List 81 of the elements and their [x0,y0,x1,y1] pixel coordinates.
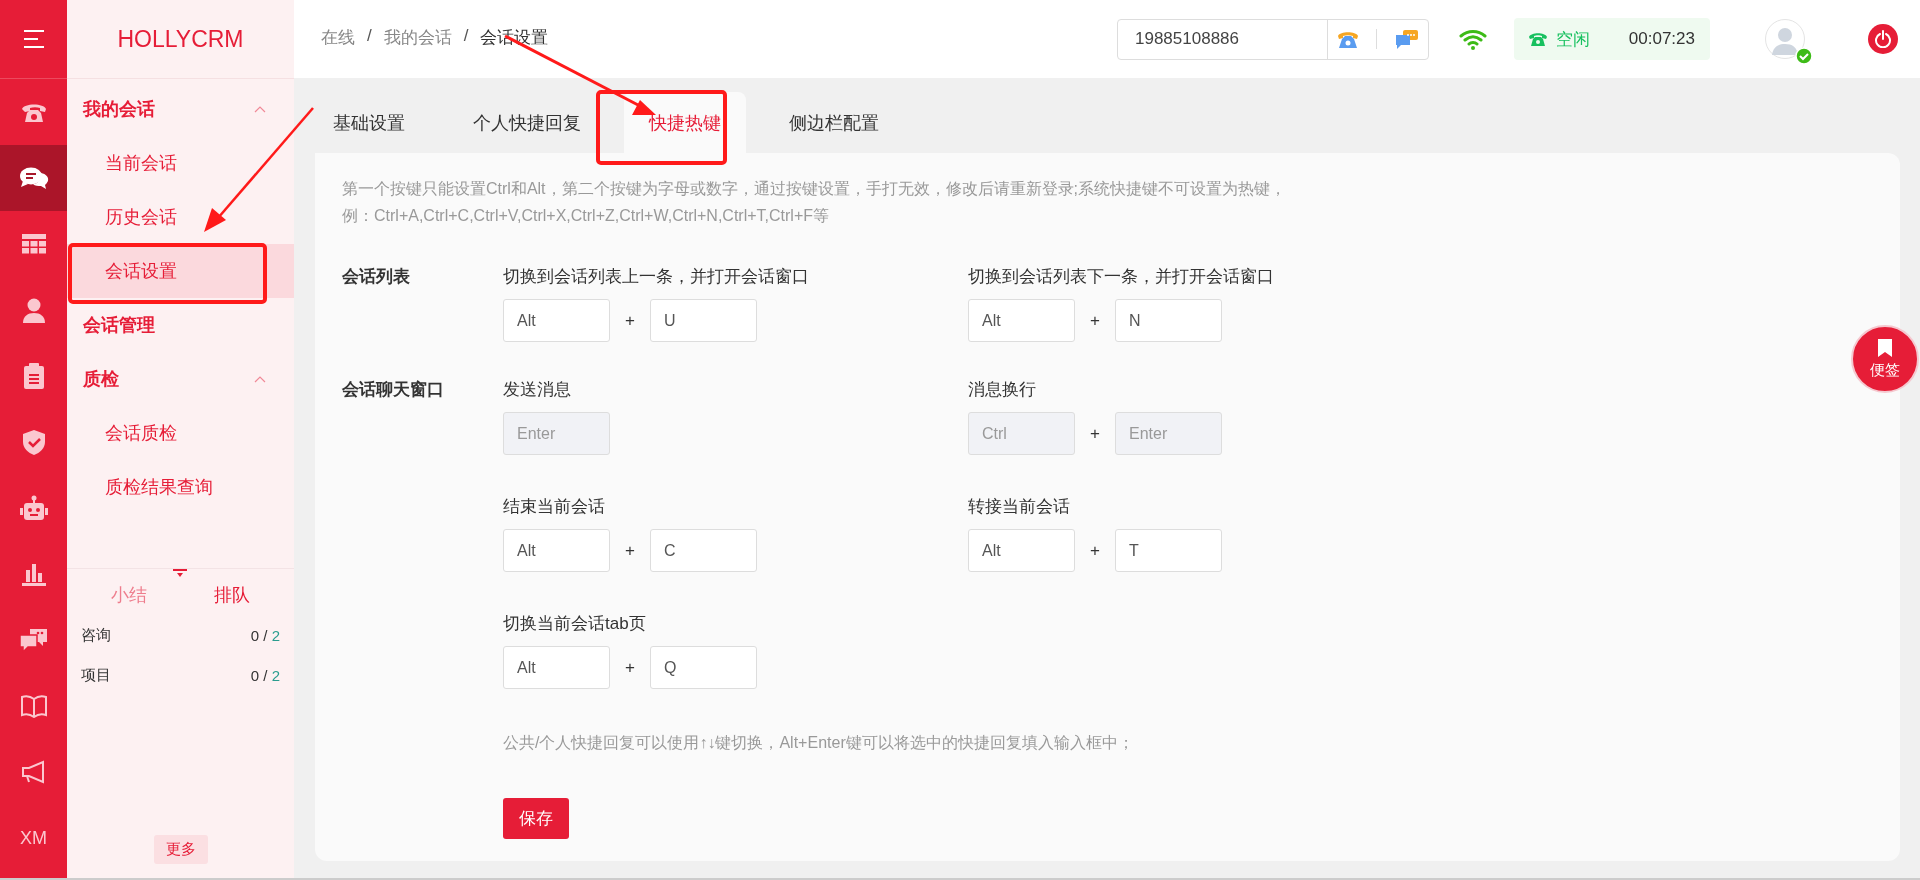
queue-label: 咨询 [81,625,111,645]
phone-field[interactable]: 19885108886 [1117,18,1429,60]
plus-sign: + [624,657,636,678]
wifi-icon [1459,28,1487,50]
save-button[interactable]: 保存 [503,798,569,839]
queue-tab[interactable]: 小结 [110,583,147,607]
key-field[interactable]: Alt [968,299,1075,342]
tab[interactable]: 个人快捷回复 [455,92,606,153]
chat-bubbles-icon [18,165,49,191]
shortcut-label: 切换到会话列表下一条，并打开会话窗口 [968,266,1275,288]
comments-icon [18,627,49,653]
bar-chart-icon [20,562,47,586]
shortcut-label: 切换到会话列表上一条，并打开会话窗口 [503,266,810,288]
queue-tab[interactable]: 排队 [214,583,251,607]
tab[interactable]: 快捷热键 [624,92,746,153]
bookmark-icon [1878,338,1892,357]
queue-total: 2 [271,666,280,684]
person-icon [21,297,46,323]
nav-rail-item[interactable] [0,145,67,211]
megaphone-icon [20,760,47,784]
shortcut-label: 消息换行 [968,379,1037,401]
power-button[interactable] [1868,24,1898,54]
breadcrumb-separator: / [367,26,372,47]
plus-sign: + [624,310,636,331]
key-field[interactable]: Alt [503,529,610,572]
chat-bubbles-icon[interactable] [1395,29,1420,49]
menu-item[interactable]: 当前会话 [67,136,294,190]
more-button[interactable]: 更多 [153,835,208,864]
shortcut-label: 切换当前会话tab页 [503,613,647,635]
key-field[interactable]: Alt [503,299,610,342]
hint-text: 第一个按键只能设置Ctrl和Alt，第二个按键为字母或数字，通过按键设置，手打无效，修改后请重新登录;系统快捷键不可设置为热键， [342,179,1287,199]
plus-sign: + [1089,423,1101,444]
status-timer: 00:07:23 [1628,29,1695,49]
plus-sign: + [624,540,636,561]
queue-total: 2 [271,626,280,644]
menu-icon [21,29,46,49]
section-label: 会话聊天窗口 [342,379,445,401]
menu-group[interactable]: 我的会话 [67,82,294,136]
open-book-icon [19,694,48,718]
queue-count: 0 / [250,666,268,684]
queue-count: 0 / [250,626,268,644]
caret-icon [254,375,266,383]
shortcut-label: 结束当前会话 [503,496,606,518]
key-field[interactable]: C [650,529,757,572]
clipboard-icon [22,363,45,389]
section-label: 会话列表 [342,266,411,288]
key-field[interactable]: N [1115,299,1222,342]
status-label: 空闲 [1556,28,1591,51]
tab[interactable]: 侧边栏配置 [771,92,904,153]
breadcrumb-separator: / [463,26,469,47]
key-field[interactable]: U [650,299,757,342]
shield-check-icon [21,429,46,455]
plus-sign: + [1089,540,1101,561]
menu-item[interactable]: 历史会话 [67,190,294,244]
filter-icon [173,569,187,578]
shortcut-label: 发送消息 [503,379,572,401]
key-field[interactable]: Alt [968,529,1075,572]
key-field[interactable]: Q [650,646,757,689]
tab[interactable]: 基础设置 [315,92,430,153]
plus-sign: + [1089,310,1101,331]
menu-group[interactable]: 会话管理 [67,298,294,352]
menu-item[interactable]: 会话质检 [67,406,294,460]
grid-icon [20,233,47,255]
power-icon [1874,30,1892,48]
key-field[interactable]: T [1115,529,1222,572]
queue-label: 项目 [81,665,111,685]
telephone-icon[interactable] [1336,29,1359,49]
user-avatar[interactable] [1765,19,1805,59]
menu-item[interactable]: 会话设置 [67,244,294,298]
key-field[interactable]: Alt [503,646,610,689]
breadcrumb-item[interactable]: 我的会话 [383,26,452,49]
telephone-icon [1528,31,1548,47]
nav-rail-item[interactable]: XM [0,805,67,871]
breadcrumb-item[interactable]: 在线 [321,26,355,49]
menu-item[interactable]: 质检结果查询 [67,460,294,514]
robot-icon [18,495,49,521]
shortcut-label: 转接当前会话 [968,496,1071,518]
hint-text: 例：Ctrl+A,Ctrl+C,Ctrl+V,Ctrl+X,Ctrl+Z,Ctrl+W,Ctrl+N,Ctrl+T,Ctrl+F等 [342,206,831,226]
note-text: 公共/个人快捷回复可以使用↑↓键切换，Alt+Enter键可以将选中的快捷回复填入输入框中； [503,733,1135,753]
menu-group[interactable]: 质检 [67,352,294,406]
caret-icon [254,105,266,113]
